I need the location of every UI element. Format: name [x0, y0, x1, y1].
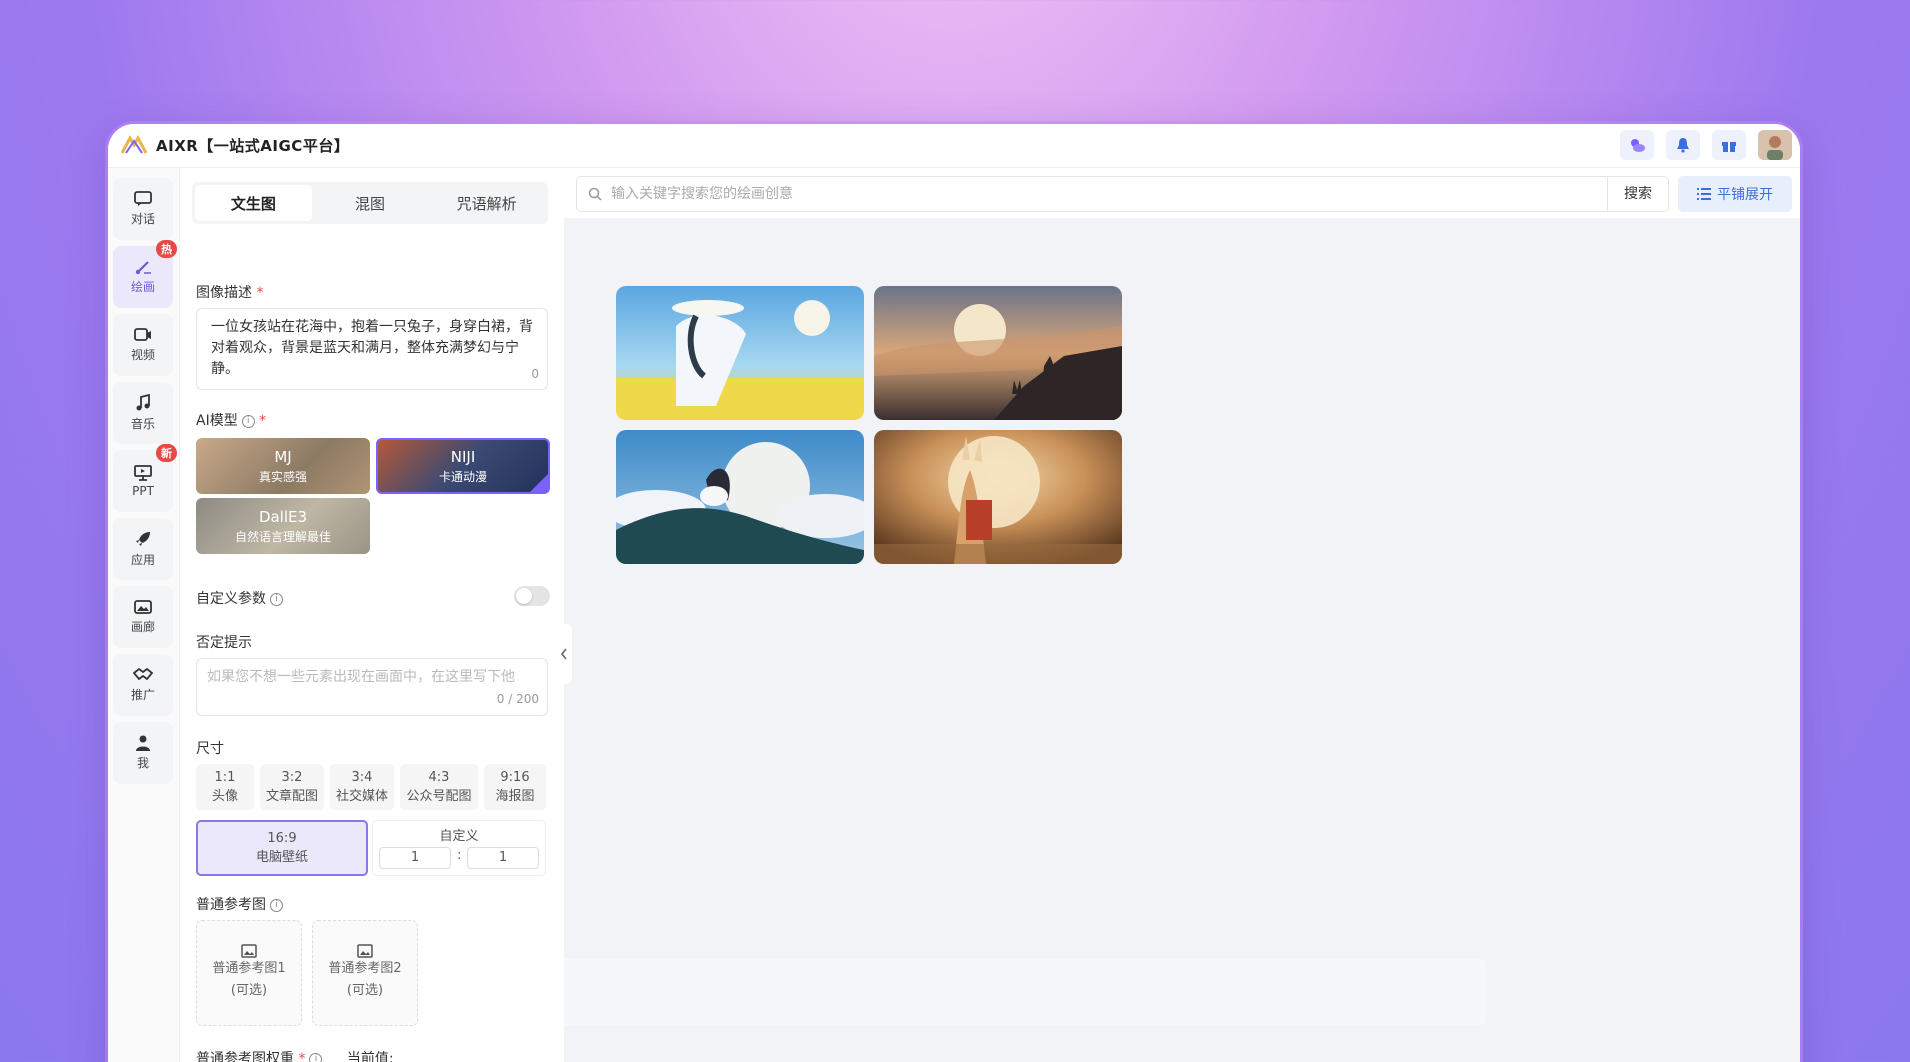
search-button[interactable]: 搜索	[1607, 176, 1669, 212]
chat-icon	[134, 191, 152, 206]
bell-icon[interactable]	[1666, 130, 1700, 160]
brush-icon	[135, 261, 151, 275]
nav-ppt[interactable]: PPT 新	[113, 444, 177, 512]
user-avatar[interactable]	[1758, 130, 1792, 160]
image-icon	[357, 944, 373, 958]
negative-prompt-label: 否定提示	[196, 635, 252, 651]
weight-label: 普通参考图权重 * i 当前值:	[196, 1048, 394, 1062]
search-input[interactable]: 输入关键字搜索您的绘画创意	[576, 176, 1608, 212]
tab-blend[interactable]: 混图	[312, 185, 429, 221]
aixr-logo	[120, 134, 148, 154]
music-note-icon	[136, 394, 150, 411]
chevron-left-icon	[560, 648, 567, 660]
size-option[interactable]: 3:2 文章配图	[260, 764, 324, 810]
nav-promote[interactable]: 推广	[113, 654, 173, 716]
hot-badge: 热	[156, 240, 177, 258]
nav-chat[interactable]: 对话	[113, 178, 173, 240]
size-option[interactable]: 3:4 社交媒体	[330, 764, 394, 810]
nav-rail: 对话 绘画 热 视频 音乐 PPT 新 应用 画廊 推广 我	[108, 168, 180, 1062]
gallery-icon	[134, 600, 152, 614]
nav-apps[interactable]: 应用	[113, 518, 173, 580]
presentation-icon	[134, 464, 152, 481]
handshake-icon	[133, 667, 153, 681]
nav-label: 对话	[130, 212, 155, 226]
nav-video[interactable]: 视频	[113, 314, 173, 376]
model-niji[interactable]: NIJI 卡通动漫	[376, 438, 550, 494]
reference-label: 普通参考图 i	[196, 894, 283, 914]
custom-params-toggle[interactable]	[514, 586, 550, 606]
info-icon: i	[309, 1052, 323, 1062]
size-option[interactable]: 9:16 海报图	[484, 764, 546, 810]
negative-prompt-input[interactable]: 如果您不想一些元素出现在画面中，在这里写下他 0 / 200	[196, 658, 548, 716]
nav-draw[interactable]: 绘画 热	[113, 240, 177, 308]
gift-icon[interactable]	[1712, 130, 1746, 160]
tab-describe[interactable]: 咒语解析	[428, 185, 545, 221]
weather-icon[interactable]	[1620, 130, 1654, 160]
floating-overlay	[432, 958, 1486, 1026]
custom-params-label: 自定义参数 i	[196, 588, 283, 608]
main-area: 输入关键字搜索您的绘画创意 搜索 平铺展开	[564, 168, 1800, 1062]
nav-label: 应用	[130, 553, 155, 567]
new-badge: 新	[156, 444, 177, 462]
mode-tabs: 文生图 混图 咒语解析	[192, 182, 548, 224]
generated-image-1[interactable]	[616, 286, 864, 420]
generated-image-4[interactable]	[874, 430, 1122, 564]
nav-gallery[interactable]: 画廊	[113, 586, 173, 648]
model-dalle3[interactable]: DallE3 自然语言理解最佳	[196, 498, 370, 554]
generated-image-2[interactable]	[874, 286, 1122, 420]
nav-me[interactable]: 我	[113, 722, 173, 784]
top-bar: AIXR【一站式AIGC平台】	[108, 124, 1800, 168]
app-window: AIXR【一站式AIGC平台】 对话 绘画 热 视频 音乐 PPT 新 应用 画…	[108, 124, 1800, 1062]
reference-upload-2[interactable]: 普通参考图2 (可选)	[312, 920, 418, 1026]
nav-label: 视频	[130, 348, 155, 362]
description-label: 图像描述 *	[196, 285, 264, 301]
model-label: AI模型 i *	[196, 413, 267, 429]
size-label: 尺寸	[196, 741, 224, 757]
negative-counter: 0 / 200	[496, 692, 539, 706]
info-icon: i	[270, 592, 283, 606]
search-bar: 输入关键字搜索您的绘画创意 搜索 平铺展开	[564, 168, 1800, 218]
custom-size: 自定义 1 : 1	[372, 820, 546, 876]
info-icon: i	[241, 414, 255, 428]
nav-label: 画廊	[130, 620, 155, 634]
app-title: AIXR【一站式AIGC平台】	[156, 137, 350, 155]
size-option[interactable]: 4:3 公众号配图	[400, 764, 478, 810]
tile-expand-button[interactable]: 平铺展开	[1678, 176, 1792, 212]
tab-text-to-image[interactable]: 文生图	[195, 185, 312, 221]
description-input[interactable]: 一位女孩站在花海中，抱着一只兔子，身穿白裙，背对着观众，背景是蓝天和满月，整体充…	[196, 308, 548, 390]
top-actions	[1620, 130, 1792, 160]
search-icon	[588, 187, 602, 201]
nav-music[interactable]: 音乐	[113, 382, 173, 444]
video-icon	[134, 328, 151, 341]
rocket-icon	[136, 532, 150, 546]
info-icon: i	[270, 898, 283, 912]
collapse-panel-button[interactable]	[556, 624, 572, 684]
generated-image-3[interactable]	[616, 430, 864, 564]
list-icon	[1697, 188, 1711, 200]
settings-panel: 文生图 混图 咒语解析 图像描述 * 一位女孩站在花海中，抱着一只兔子，身穿白裙…	[180, 168, 564, 1062]
nav-label: 推广	[130, 688, 155, 702]
custom-width-input[interactable]: 1	[379, 847, 451, 869]
image-icon	[241, 944, 257, 958]
model-mj[interactable]: MJ 真实感强	[196, 438, 370, 494]
size-option[interactable]: 1:1 头像	[196, 764, 254, 810]
selected-check-icon	[530, 474, 548, 492]
custom-height-input[interactable]: 1	[467, 847, 539, 869]
weight-current-label: 当前值:	[346, 1051, 394, 1062]
nav-label: 我	[136, 756, 149, 770]
reference-upload-1[interactable]: 普通参考图1 (可选)	[196, 920, 302, 1026]
nav-label: 音乐	[130, 417, 155, 431]
nav-label: 绘画	[130, 280, 155, 294]
description-counter: 0	[531, 367, 539, 381]
custom-size-label: 自定义	[439, 829, 479, 844]
person-icon	[136, 735, 150, 751]
size-option-selected[interactable]: 16:9 电脑壁纸	[196, 820, 368, 876]
ratio-colon: :	[457, 848, 462, 863]
nav-label: PPT	[132, 483, 154, 498]
